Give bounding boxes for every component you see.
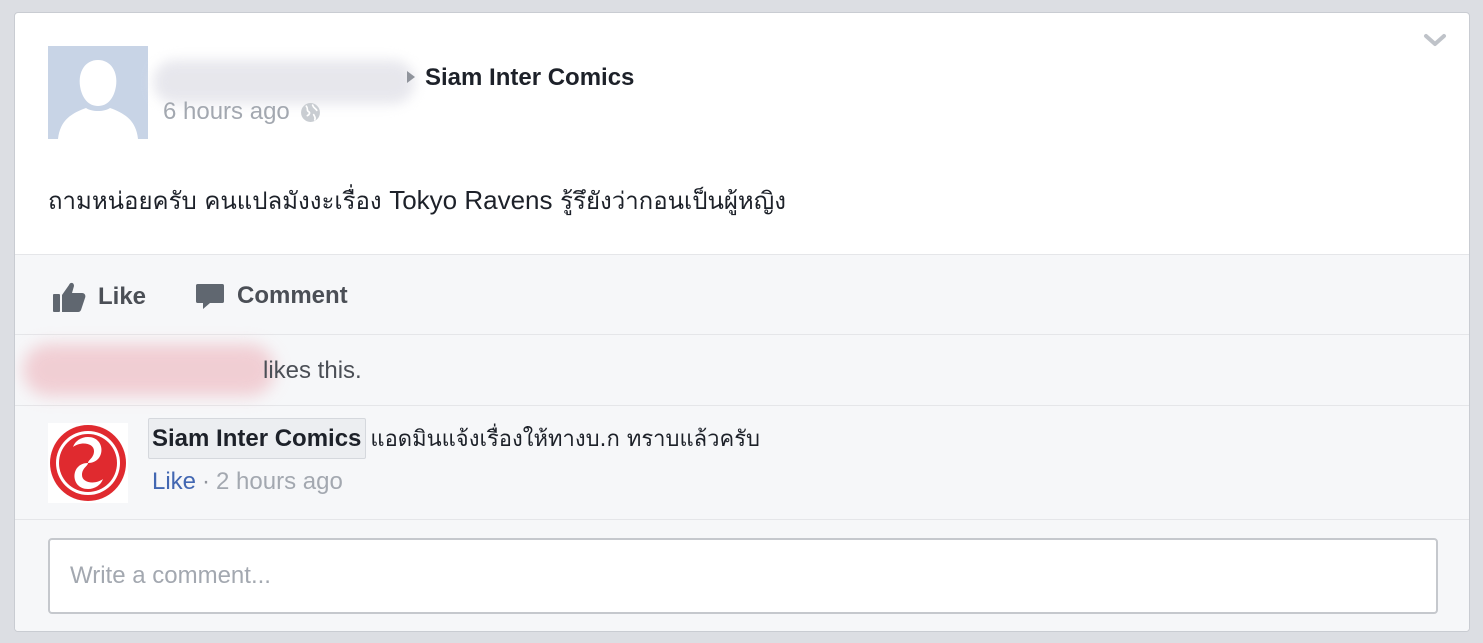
feedback-section: Like Comment likes this. Siam Inter Comi…: [15, 254, 1469, 631]
poster-avatar[interactable]: [48, 46, 148, 139]
comment-author-link[interactable]: Siam Inter Comics: [148, 418, 367, 459]
comment-like-link[interactable]: Like: [152, 468, 196, 495]
likes-summary-text: likes this.: [263, 357, 362, 384]
comment-button-label: Comment: [237, 282, 348, 309]
commenter-avatar[interactable]: [48, 423, 128, 503]
globe-icon[interactable]: [300, 102, 321, 123]
comment-timestamp[interactable]: 2 hours ago: [216, 468, 343, 495]
post-message-thai-2: รู้รึยังว่ากอนเป็นผู้หญิง: [552, 187, 786, 215]
comment-meta: Like · 2 hours ago: [152, 468, 343, 496]
post-message: ถามหน่อยครับ คนแปลมังงะเรื่อง Tokyo Rave…: [48, 181, 786, 220]
comment-body: Siam Inter Comics แอดมินแจ้งเรื่องให้ทางบ…: [148, 418, 760, 459]
comment-input[interactable]: [50, 540, 1436, 612]
speech-bubble-icon: [196, 284, 224, 309]
thumbs-up-icon: [53, 282, 86, 312]
meta-separator: ·: [202, 468, 211, 495]
likes-summary: likes this.: [15, 335, 1469, 406]
post-message-thai-1: ถามหน่อยครับ คนแปลมังงะเรื่อง: [48, 187, 390, 215]
comment-text: แอดมินแจ้งเรื่องให้ทางบ.ก ทราบแล้วครับ: [370, 427, 760, 452]
redacted-likers: [23, 344, 275, 396]
post-message-latin: Tokyo Ravens: [389, 185, 553, 215]
action-bar: Like Comment: [15, 255, 1469, 335]
like-button[interactable]: Like: [52, 281, 146, 313]
post-card: Siam Inter Comics 6 hours ago ถามหน่อยคร…: [14, 12, 1470, 632]
siam-inter-comics-logo-icon: [50, 425, 126, 501]
comment-item: Siam Inter Comics แอดมินแจ้งเรื่องให้ทางบ…: [15, 406, 1469, 520]
page-name-link[interactable]: Siam Inter Comics: [425, 64, 634, 92]
arrow-right-icon: [407, 71, 415, 83]
chevron-down-icon[interactable]: [1423, 31, 1447, 49]
comment-button[interactable]: Comment: [195, 281, 348, 311]
post-timestamp-text[interactable]: 6 hours ago: [163, 98, 290, 126]
default-profile-silhouette-icon: [48, 46, 148, 139]
post-timestamp: 6 hours ago: [163, 98, 321, 126]
comment-input-box: [48, 538, 1438, 614]
like-button-label: Like: [98, 283, 147, 310]
